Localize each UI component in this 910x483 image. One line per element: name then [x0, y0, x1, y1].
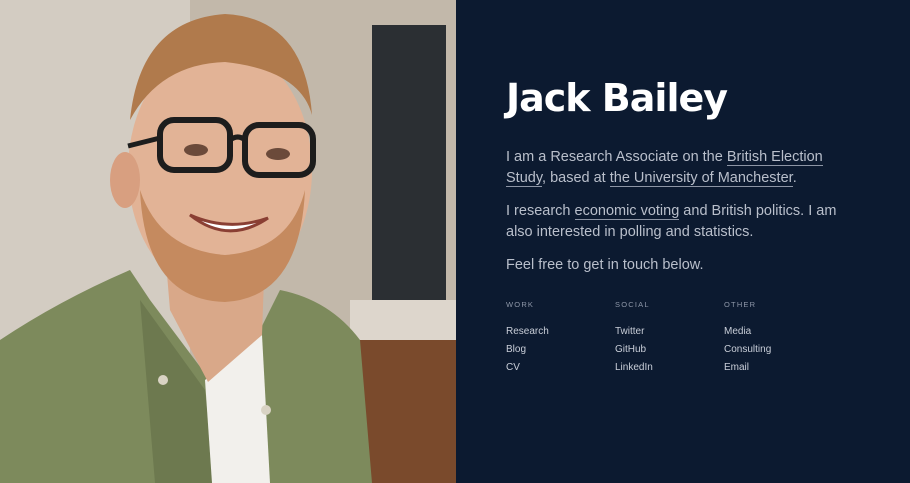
university-of-manchester-link[interactable]: the University of Manchester [609, 170, 793, 187]
bio-paragraph-3: Feel free to get in touch below. [506, 257, 704, 273]
bio-text: . [792, 170, 797, 186]
work-heading: WORK [506, 300, 535, 309]
other-column: OTHER Media Consulting Email [724, 300, 833, 377]
profile-photo [0, 0, 456, 483]
github-link[interactable]: GitHub [615, 341, 724, 359]
page: Jack Bailey I am a Research Associate on… [0, 0, 910, 483]
bio-paragraph-2: I research economic voting and British p… [506, 201, 866, 243]
other-heading: OTHER [724, 300, 757, 309]
media-link[interactable]: Media [724, 323, 833, 341]
email-link[interactable]: Email [724, 359, 833, 377]
twitter-link[interactable]: Twitter [615, 323, 724, 341]
page-title: Jack Bailey [506, 76, 728, 120]
bio-text: , based at [542, 170, 610, 186]
social-column: SOCIAL Twitter GitHub LinkedIn [615, 300, 724, 377]
content-panel: Jack Bailey I am a Research Associate on… [456, 0, 910, 483]
bio-paragraph-1: I am a Research Associate on the British… [506, 147, 866, 189]
cv-link[interactable]: CV [506, 359, 615, 377]
economic-voting-link[interactable]: economic voting [574, 203, 680, 220]
consulting-link[interactable]: Consulting [724, 341, 833, 359]
bio-text: I research [506, 203, 575, 219]
linkedin-link[interactable]: LinkedIn [615, 359, 724, 377]
bio-text: I am a Research Associate on the [506, 149, 727, 165]
link-columns: WORK Research Blog CV SOCIAL Twitter Git… [506, 300, 833, 377]
work-column: WORK Research Blog CV [506, 300, 615, 377]
bio: I am a Research Associate on the British… [506, 147, 866, 288]
blog-link[interactable]: Blog [506, 341, 615, 359]
social-heading: SOCIAL [615, 300, 650, 309]
profile-photo-illustration [0, 0, 456, 483]
research-link[interactable]: Research [506, 323, 615, 341]
